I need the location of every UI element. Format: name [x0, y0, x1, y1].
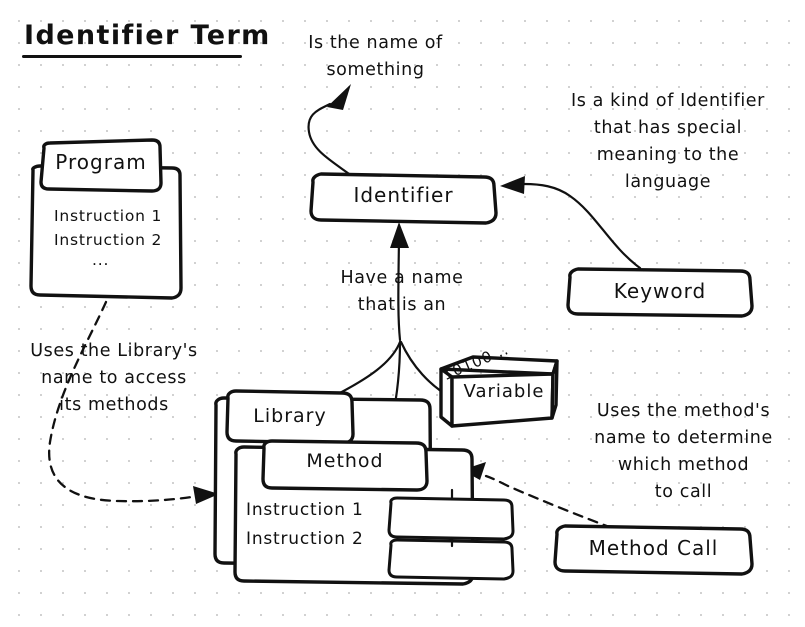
note-keyword-description: Is a kind of Identifier that has special… — [571, 91, 765, 192]
method-label: Method — [306, 450, 384, 472]
note-have-a-name: Have a name that is an — [340, 268, 464, 315]
method-instruction-2: Instruction 2 — [246, 529, 364, 549]
note-method-usage: Uses the method's name to determine whic… — [594, 401, 773, 502]
library-label: Library — [253, 405, 327, 427]
note-name-of-something: Is the name of something — [308, 33, 443, 80]
method-instruction-1: Instruction 1 — [246, 500, 364, 520]
note-library-usage: Uses the Library's name to access its me… — [30, 341, 198, 415]
program-instruction-ellipsis: ... — [92, 251, 110, 269]
program-label: Program — [55, 150, 147, 174]
program-instruction-1: Instruction 1 — [54, 207, 163, 225]
page-title: Identifier Term — [24, 20, 271, 51]
title-underline — [22, 55, 242, 58]
keyword-label: Keyword — [613, 279, 707, 303]
diagram-canvas: Identifier Term Is the name of something… — [0, 0, 805, 627]
identifier-label: Identifier — [353, 183, 454, 207]
method-call-label: Method Call — [588, 536, 719, 560]
variable-label: Variable — [463, 381, 545, 402]
method-extra-box-1[interactable] — [387, 496, 515, 541]
